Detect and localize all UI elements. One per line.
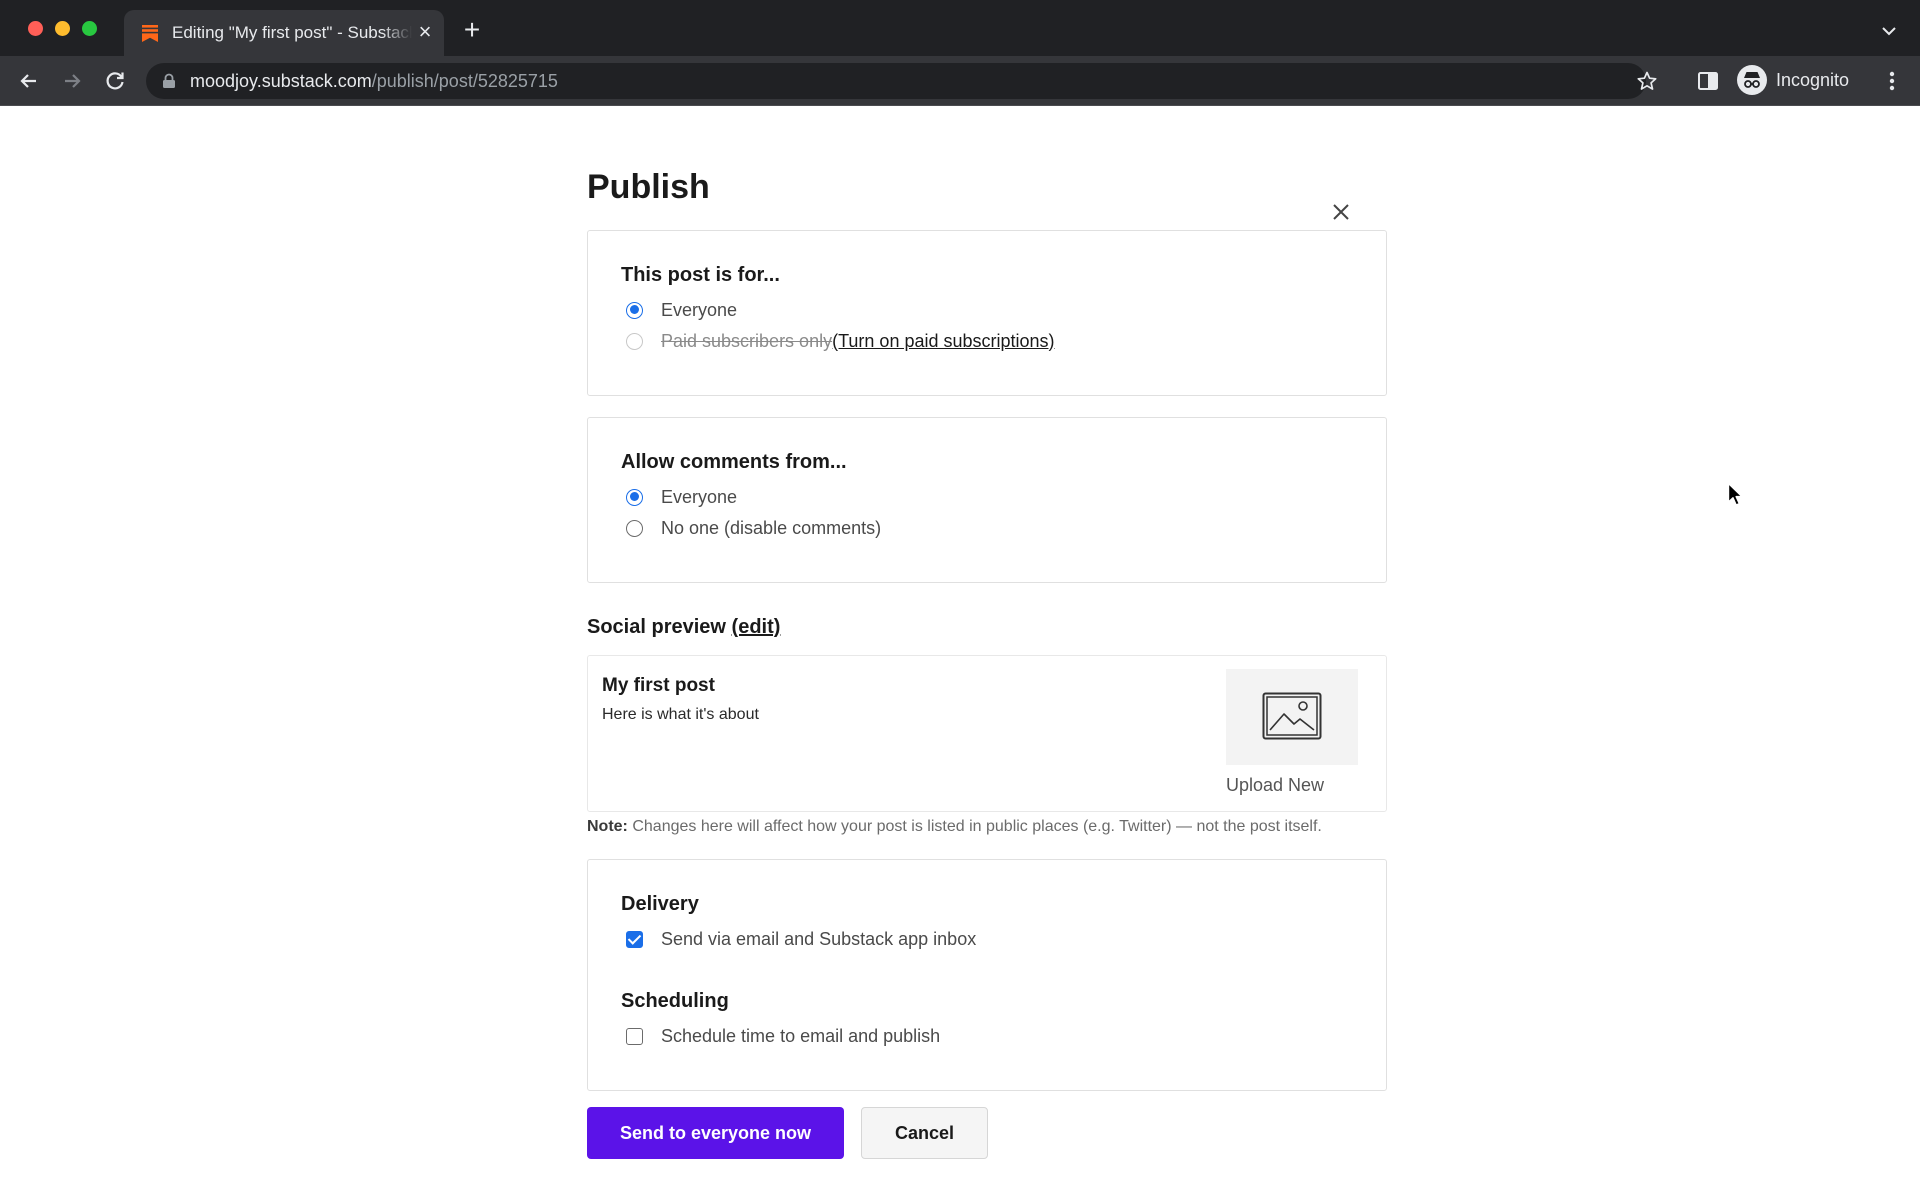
schedule-label: Schedule time to email and publish <box>661 1025 941 1046</box>
image-placeholder-icon <box>1262 692 1322 740</box>
schedule-checkbox[interactable] <box>626 1027 643 1045</box>
audience-paid-label: Paid subscribers only <box>661 330 833 351</box>
audience-card: This post is for... Everyone Paid subscr… <box>587 230 1387 396</box>
tab-title: Editing "My first post" - Substack <box>172 23 412 43</box>
forward-arrow-icon[interactable] <box>59 68 85 94</box>
comments-everyone-radio[interactable] <box>626 488 643 506</box>
address-bar[interactable]: moodjoy.substack.com/publish/post/528257… <box>146 63 1657 99</box>
note-label: Note: <box>587 818 628 835</box>
audience-paid-radio <box>626 332 643 350</box>
browser-tab-active[interactable]: Editing "My first post" - Substack × <box>124 10 444 56</box>
scheduling-option[interactable]: Schedule time to email and publish <box>626 1024 940 1048</box>
audience-everyone-radio[interactable] <box>626 301 643 319</box>
social-preview-heading: Social preview (edit) <box>587 616 780 639</box>
scheduling-heading: Scheduling <box>621 990 729 1012</box>
upload-new-button[interactable]: Upload New <box>1226 775 1324 796</box>
lock-icon[interactable] <box>162 73 176 89</box>
turn-on-paid-link[interactable]: (Turn on paid subscriptions) <box>832 331 1054 352</box>
browser-menu-icon[interactable] <box>1882 68 1902 94</box>
window-maximize-button[interactable] <box>82 21 97 36</box>
page-title: Publish <box>587 168 710 206</box>
reload-icon[interactable] <box>102 68 128 94</box>
preview-image-placeholder[interactable] <box>1226 669 1358 765</box>
comments-option-everyone[interactable]: Everyone <box>626 485 737 509</box>
audience-option-paid: Paid subscribers only (Turn on paid subsc… <box>626 329 1055 353</box>
delivery-option-email[interactable]: Send via email and Substack app inbox <box>626 927 976 951</box>
url-host: moodjoy.substack.com <box>190 71 372 91</box>
comments-everyone-label: Everyone <box>661 486 738 507</box>
new-tab-icon[interactable]: + <box>459 16 485 44</box>
preview-subtitle: Here is what it's about <box>602 706 759 723</box>
delivery-card: Delivery Send via email and Substack app… <box>587 859 1387 1091</box>
comments-card: Allow comments from... Everyone No one (… <box>587 417 1387 583</box>
incognito-icon[interactable] <box>1737 65 1767 95</box>
cancel-button[interactable]: Cancel <box>861 1107 988 1159</box>
social-preview-label: Social preview <box>587 616 726 638</box>
publish-page: Publish This post is for... Everyone Pai… <box>0 106 1920 1200</box>
browser-toolbar: moodjoy.substack.com/publish/post/528257… <box>0 56 1920 106</box>
url-path: /publish/post/52825715 <box>371 71 558 91</box>
window-minimize-button[interactable] <box>55 21 70 36</box>
back-arrow-icon[interactable] <box>16 68 42 94</box>
substack-favicon-icon <box>142 25 158 42</box>
preview-title: My first post <box>602 675 715 696</box>
social-preview-edit-link[interactable]: (edit) <box>732 616 781 638</box>
comments-noone-label: No one (disable comments) <box>661 517 882 538</box>
social-preview-card: My first post Here is what it's about Up… <box>587 655 1387 812</box>
tab-search-chevron-icon[interactable] <box>1878 20 1900 42</box>
bookmark-star-icon[interactable] <box>1636 70 1658 92</box>
social-preview-note: Note: Changes here will affect how your … <box>587 818 1322 836</box>
note-text: Changes here will affect how your post i… <box>627 818 1322 835</box>
side-panel-icon[interactable] <box>1695 68 1721 94</box>
delivery-heading: Delivery <box>621 893 699 915</box>
delivery-email-label: Send via email and Substack app inbox <box>661 928 977 949</box>
comments-noone-radio[interactable] <box>626 519 643 537</box>
tab-close-icon[interactable]: × <box>414 21 436 43</box>
url-text[interactable]: moodjoy.substack.com/publish/post/528257… <box>190 71 558 92</box>
comments-heading: Allow comments from... <box>621 451 847 473</box>
comments-option-noone[interactable]: No one (disable comments) <box>626 516 881 540</box>
audience-option-everyone[interactable]: Everyone <box>626 298 737 322</box>
mouse-cursor-icon <box>1727 482 1743 506</box>
send-to-everyone-button[interactable]: Send to everyone now <box>587 1107 844 1159</box>
email-delivery-checkbox[interactable] <box>626 930 643 948</box>
browser-tab-bar: Editing "My first post" - Substack × + <box>0 0 1920 56</box>
close-icon[interactable] <box>1329 200 1353 224</box>
window-close-button[interactable] <box>28 21 43 36</box>
audience-everyone-label: Everyone <box>661 299 738 320</box>
incognito-label[interactable]: Incognito <box>1776 70 1849 91</box>
audience-heading: This post is for... <box>621 264 780 286</box>
